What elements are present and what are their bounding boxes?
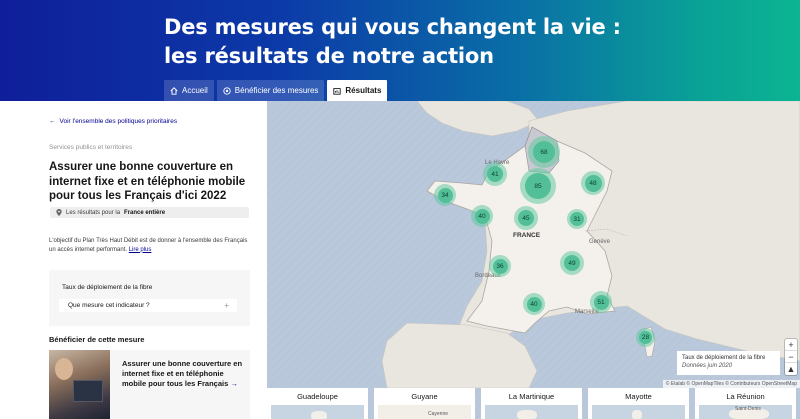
cluster-value: 48 bbox=[584, 174, 602, 192]
location-prefix: Les résultats pour la bbox=[66, 209, 121, 216]
overseas-martinique[interactable]: La Martinique bbox=[481, 388, 582, 419]
card-image bbox=[49, 350, 110, 419]
measure-description: L'objectif du Plan Très Haut Débit est d… bbox=[49, 237, 249, 254]
plus-icon: + bbox=[224, 301, 229, 310]
category-label: Services publics et territoires bbox=[49, 144, 133, 151]
map-cluster[interactable]: 68 bbox=[528, 136, 560, 168]
mini-map bbox=[485, 405, 578, 419]
map-cluster[interactable]: 28 bbox=[636, 328, 655, 347]
card-title-text: Assurer une bonne couverture en internet… bbox=[122, 359, 243, 388]
city-geneva: Genève bbox=[589, 239, 611, 245]
back-link[interactable]: ← Voir l'ensemble des politiques priorit… bbox=[49, 118, 177, 125]
indicator-question: Que mesure cet indicateur ? bbox=[68, 302, 150, 309]
indicator-label: Taux de déploiement de la fibre bbox=[62, 284, 153, 291]
overseas-guyane[interactable]: Guyane Cayenne bbox=[374, 388, 475, 419]
overseas-name: Guyane bbox=[411, 392, 438, 401]
zoom-in-button[interactable]: + bbox=[785, 339, 797, 351]
map-cluster[interactable]: 40 bbox=[471, 205, 493, 227]
mini-map: Cayenne bbox=[378, 405, 471, 419]
mini-map: Saint-Denis bbox=[699, 405, 792, 419]
cluster-value: 40 bbox=[526, 296, 542, 312]
map-attribution: © Etalab © OpenMapTiles © Contributeurs … bbox=[662, 380, 800, 388]
tab-label: Résultats bbox=[345, 86, 382, 95]
arrow-right-icon: → bbox=[230, 379, 238, 388]
tab-label: Bénéficier des mesures bbox=[234, 86, 319, 95]
overseas-maps: Guadeloupe Guyane Cayenne La Martinique … bbox=[267, 388, 800, 419]
country-label: FRANCE bbox=[513, 232, 541, 239]
cluster-value: 51 bbox=[593, 294, 609, 310]
mini-map bbox=[271, 405, 364, 419]
place-saint-denis: Saint-Denis bbox=[735, 406, 761, 412]
overseas-guadeloupe[interactable]: Guadeloupe bbox=[267, 388, 368, 419]
place-cayenne: Cayenne bbox=[428, 411, 449, 417]
arrow-left-icon: ← bbox=[49, 118, 56, 125]
cluster-value: 31 bbox=[570, 212, 584, 226]
cluster-value: 45 bbox=[518, 210, 534, 226]
mini-map bbox=[592, 405, 685, 419]
laptop-illustration bbox=[73, 380, 103, 402]
reset-north-button[interactable]: ▲ bbox=[785, 363, 797, 375]
read-more-link[interactable]: Lire plus bbox=[129, 247, 152, 253]
island-shape bbox=[517, 410, 537, 419]
zoom-out-button[interactable]: − bbox=[785, 351, 797, 363]
cluster-value: 40 bbox=[474, 208, 490, 224]
overseas-name: Guadeloupe bbox=[297, 392, 338, 401]
home-icon bbox=[170, 86, 178, 95]
header-banner: Des mesures qui vous changent la vie : l… bbox=[0, 0, 800, 101]
map-cluster[interactable]: 45 bbox=[514, 206, 538, 230]
main-tabs: Accueil Bénéficier des mesures Résultats bbox=[164, 80, 388, 101]
page-title: Des mesures qui vous changent la vie : l… bbox=[164, 15, 621, 68]
cluster-value: 68 bbox=[533, 141, 555, 163]
island-shape bbox=[632, 410, 642, 419]
person-illustration bbox=[55, 358, 73, 380]
cluster-value: 41 bbox=[487, 166, 503, 182]
location-selector[interactable]: Les résultats pour la France entière bbox=[50, 207, 249, 218]
overseas-mayotte[interactable]: Mayotte bbox=[588, 388, 689, 419]
cluster-value: 28 bbox=[639, 331, 652, 344]
overseas-name: La Martinique bbox=[508, 392, 555, 401]
map-cluster[interactable]: 51 bbox=[590, 291, 612, 313]
map-cluster[interactable]: 49 bbox=[560, 251, 584, 275]
island-shape bbox=[311, 411, 327, 419]
indicator-accordion[interactable]: Que mesure cet indicateur ? + bbox=[59, 299, 237, 312]
tab-accueil[interactable]: Accueil bbox=[164, 80, 214, 101]
map-cluster[interactable]: 36 bbox=[489, 255, 511, 277]
legend-title: Taux de déploiement de la fibre bbox=[682, 355, 766, 361]
map-cluster[interactable]: 31 bbox=[567, 209, 587, 229]
tab-beneficier[interactable]: Bénéficier des mesures bbox=[216, 80, 325, 101]
cluster-value: 85 bbox=[525, 173, 551, 199]
cluster-value: 49 bbox=[564, 255, 580, 271]
map-cluster[interactable]: 34 bbox=[434, 184, 456, 206]
location-value: France entière bbox=[124, 209, 166, 216]
legend-subtitle: Données juin 2020 bbox=[682, 363, 733, 369]
chart-icon bbox=[333, 87, 342, 95]
map-view[interactable]: Le Havre Bordeaux Marseille Genève FRANC… bbox=[267, 101, 800, 419]
map-cluster[interactable]: 41 bbox=[483, 162, 507, 186]
benefit-card[interactable]: Assurer une bonne couverture en internet… bbox=[49, 350, 250, 419]
map-cluster[interactable]: 40 bbox=[523, 293, 545, 315]
back-link-label: Voir l'ensemble des politiques prioritai… bbox=[59, 118, 178, 125]
target-icon bbox=[223, 86, 231, 95]
zoom-controls: + − ▲ bbox=[785, 339, 797, 375]
location-pin-icon bbox=[56, 209, 62, 216]
overseas-reunion[interactable]: La Réunion Saint-Denis bbox=[695, 388, 796, 419]
measure-panel: ← Voir l'ensemble des politiques priorit… bbox=[0, 101, 267, 419]
benefit-heading: Bénéficier de cette mesure bbox=[49, 335, 145, 344]
map-cluster[interactable]: 48 bbox=[581, 171, 605, 195]
map-legend: Taux de déploiement de la fibre Données … bbox=[677, 351, 780, 375]
indicator-box: Taux de déploiement de la fibre Que mesu… bbox=[49, 270, 250, 326]
cluster-value: 34 bbox=[437, 187, 453, 203]
measure-title: Assurer une bonne couverture en internet… bbox=[49, 161, 246, 202]
tab-resultats[interactable]: Résultats bbox=[327, 80, 388, 101]
tab-label: Accueil bbox=[182, 86, 208, 95]
overseas-name: La Réunion bbox=[726, 392, 765, 401]
cluster-value: 36 bbox=[492, 258, 508, 274]
card-title: Assurer une bonne couverture en internet… bbox=[110, 350, 245, 419]
map-cluster[interactable]: 85 bbox=[520, 168, 556, 204]
overseas-name: Mayotte bbox=[625, 392, 652, 401]
